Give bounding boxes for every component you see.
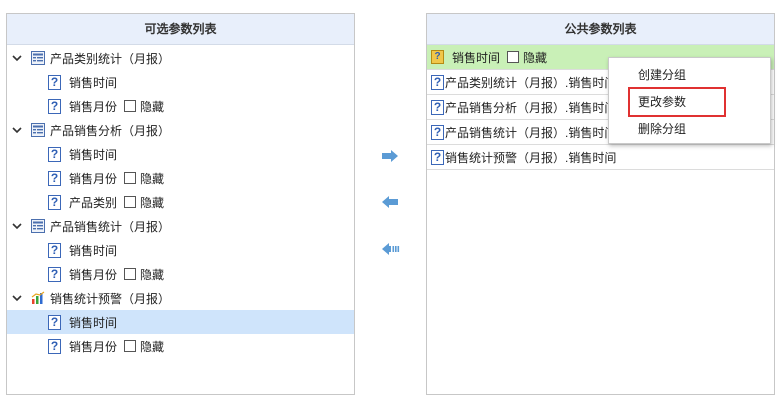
question-param-icon: ? xyxy=(48,170,61,186)
hide-label: 隐藏 xyxy=(523,50,548,65)
tree-group-row[interactable]: 产品销售分析（月报） xyxy=(7,118,354,142)
tree-group-row[interactable]: 产品类别统计（月报） xyxy=(7,46,354,70)
public-param-label: 产品类别统计（月报）.销售时间 xyxy=(445,75,617,90)
arrow-left-icon xyxy=(382,196,398,208)
question-param-icon: ? xyxy=(48,194,61,210)
tree-group-row[interactable]: 产品销售统计（月报） xyxy=(7,214,354,238)
move-left-button[interactable] xyxy=(380,195,400,209)
hide-label: 隐藏 xyxy=(140,339,165,354)
available-params-title: 可选参数列表 xyxy=(7,14,354,45)
available-params-tree: 产品类别统计（月报） ? 销售时间 ? 销售月份 隐藏 产品销售分析（月报） ?… xyxy=(7,45,354,358)
public-param-label: 销售统计预警（月报）.销售时间 xyxy=(445,150,617,165)
table-report-icon xyxy=(31,123,45,137)
tree-group-label: 产品类别统计（月报） xyxy=(50,51,171,66)
hide-checkbox[interactable] xyxy=(124,268,137,280)
table-report-icon xyxy=(31,219,45,233)
menu-item-create-group[interactable]: 创建分组 xyxy=(638,66,686,84)
param-label: 销售时间 xyxy=(69,75,118,90)
param-label: 销售时间 xyxy=(69,243,118,258)
question-param-icon: ? xyxy=(48,314,61,330)
param-label: 销售时间 xyxy=(69,315,118,330)
available-params-panel: 可选参数列表 产品类别统计（月报） ? 销售时间 ? 销售月份 隐藏 产品销售分… xyxy=(6,13,355,395)
hide-checkbox[interactable] xyxy=(507,51,520,63)
move-right-button[interactable] xyxy=(380,149,400,163)
table-report-icon xyxy=(31,51,45,65)
tree-param-row[interactable]: ? 销售月份 隐藏 xyxy=(7,262,354,286)
hide-label: 隐藏 xyxy=(140,195,165,210)
hide-label: 隐藏 xyxy=(140,267,165,282)
question-param-icon: ? xyxy=(48,266,61,282)
context-menu: 创建分组 更改参数 删除分组 xyxy=(608,57,771,144)
question-param-icon: ? xyxy=(48,338,61,354)
tree-group-label: 产品销售统计（月报） xyxy=(50,219,171,234)
arrow-right-icon xyxy=(382,150,398,162)
question-param-icon: ? xyxy=(48,98,61,114)
tree-group-label: 产品销售分析（月报） xyxy=(50,123,171,138)
tree-param-row-selected[interactable]: ? 销售时间 xyxy=(7,310,354,334)
chevron-down-icon[interactable] xyxy=(12,221,22,231)
highlight-box xyxy=(628,87,726,117)
question-param-icon: ? xyxy=(431,99,444,115)
param-label: 销售月份 xyxy=(69,339,118,354)
tree-param-row[interactable]: ? 销售月份 隐藏 xyxy=(7,166,354,190)
tree-param-row[interactable]: ? 销售月份 隐藏 xyxy=(7,334,354,358)
hide-label: 隐藏 xyxy=(140,171,165,186)
param-label: 销售月份 xyxy=(69,171,118,186)
arrow-double-left-icon xyxy=(382,243,400,255)
hide-checkbox[interactable] xyxy=(124,340,137,352)
move-all-left-button[interactable] xyxy=(380,242,400,256)
question-param-icon: ? xyxy=(48,146,61,162)
tree-group-label: 销售统计预警（月报） xyxy=(50,291,171,306)
hide-checkbox[interactable] xyxy=(124,196,137,208)
public-param-row[interactable]: ? 销售统计预警（月报）.销售时间 xyxy=(427,145,774,170)
bar-chart-icon xyxy=(31,291,45,305)
public-param-label: 产品销售统计（月报）.销售时间 xyxy=(445,125,617,140)
group-param-icon: ? xyxy=(431,50,444,64)
question-param-icon: ? xyxy=(431,74,444,90)
tree-group-row[interactable]: 销售统计预警（月报） xyxy=(7,286,354,310)
tree-param-row[interactable]: ? 销售时间 xyxy=(7,142,354,166)
chevron-down-icon[interactable] xyxy=(12,125,22,135)
chevron-down-icon[interactable] xyxy=(12,293,22,303)
hide-label: 隐藏 xyxy=(140,99,165,114)
tree-param-row[interactable]: ? 产品类别 隐藏 xyxy=(7,190,354,214)
tree-param-row[interactable]: ? 销售月份 隐藏 xyxy=(7,94,354,118)
tree-param-row[interactable]: ? 销售时间 xyxy=(7,238,354,262)
param-label: 销售月份 xyxy=(69,267,118,282)
group-label: 销售时间 xyxy=(452,50,501,65)
question-param-icon: ? xyxy=(431,124,444,140)
param-label: 产品类别 xyxy=(69,195,118,210)
hide-checkbox[interactable] xyxy=(124,172,137,184)
param-label: 销售月份 xyxy=(69,99,118,114)
tree-param-row[interactable]: ? 销售时间 xyxy=(7,70,354,94)
menu-item-delete-group[interactable]: 删除分组 xyxy=(638,120,686,138)
param-label: 销售时间 xyxy=(69,147,118,162)
question-param-icon: ? xyxy=(431,149,444,165)
hide-checkbox[interactable] xyxy=(124,100,137,112)
chevron-down-icon[interactable] xyxy=(12,53,22,63)
question-param-icon: ? xyxy=(48,242,61,258)
question-param-icon: ? xyxy=(48,74,61,90)
public-param-label: 产品销售分析（月报）.销售时间 xyxy=(445,100,617,115)
public-params-title: 公共参数列表 xyxy=(427,14,774,45)
